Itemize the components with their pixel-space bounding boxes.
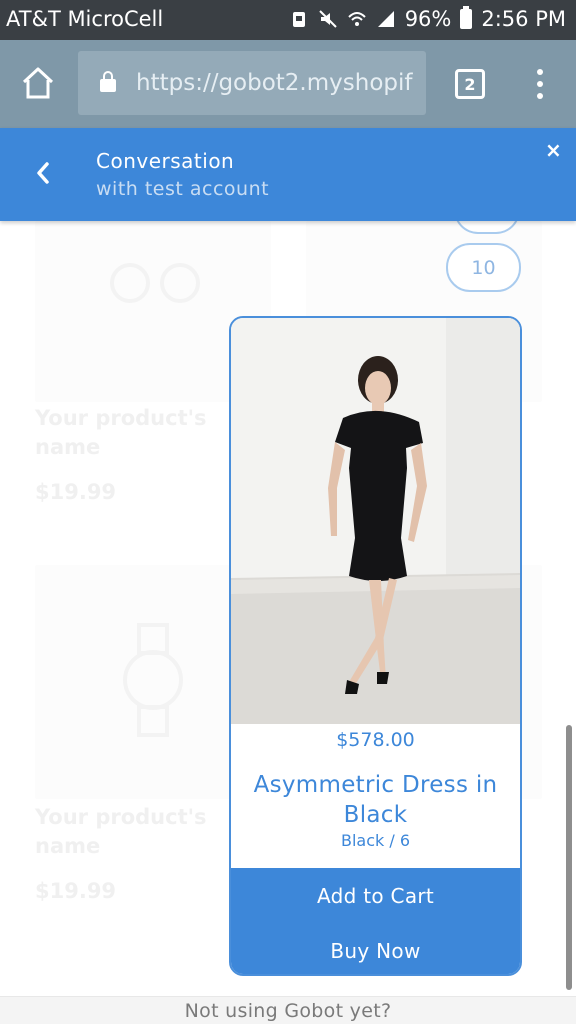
mute-icon [318, 10, 337, 28]
status-icons: 96% 2:56 PM [289, 6, 566, 31]
gobot-footer-link[interactable]: Not using Gobot yet? [0, 996, 576, 1024]
url-text: https://gobot2.myshopif [136, 70, 413, 96]
signal-icon [377, 11, 394, 27]
status-bar: AT&T MicroCell 96% 2:56 PM [0, 0, 576, 40]
product-price: $19.99 [35, 879, 117, 903]
conversation-header: Conversation with test account × [0, 128, 576, 221]
tab-switcher-button[interactable]: 2 [455, 69, 485, 99]
product-card: $578.00 Asymmetric Dress in Black Black … [229, 316, 522, 976]
close-icon[interactable]: × [545, 138, 562, 162]
product-variant: Black / 6 [340, 831, 411, 850]
home-icon[interactable] [20, 65, 56, 101]
product-name: Your product's name [35, 805, 207, 858]
battery-icon [460, 6, 473, 29]
clock: 2:56 PM [481, 7, 566, 31]
wifi-icon [347, 12, 366, 26]
quick-reply-chip[interactable]: 10 [446, 243, 521, 292]
battery-percent: 96% [404, 7, 452, 31]
product-name: Your product's name [35, 406, 207, 459]
overflow-menu-icon[interactable] [528, 66, 552, 102]
lock-icon [100, 70, 116, 92]
product-price: $19.99 [35, 480, 117, 504]
product-price: $578.00 [336, 729, 415, 751]
buy-now-button[interactable]: Buy Now [231, 923, 520, 974]
product-name[interactable]: Asymmetric Dress in Black [231, 770, 520, 830]
scrollbar-thumb[interactable] [566, 725, 572, 990]
conversation-title: Conversation [96, 149, 235, 173]
add-to-cart-button[interactable]: Add to Cart [231, 868, 520, 923]
browser-toolbar: https://gobot2.myshopif 2 [0, 40, 576, 128]
carrier-label: AT&T MicroCell [6, 7, 164, 31]
vibrate-icon [292, 12, 305, 27]
conversation-subtitle: with test account [96, 178, 270, 200]
url-bar[interactable]: https://gobot2.myshopif [78, 51, 426, 115]
product-image[interactable] [231, 318, 520, 724]
chevron-left-icon[interactable] [28, 158, 58, 188]
